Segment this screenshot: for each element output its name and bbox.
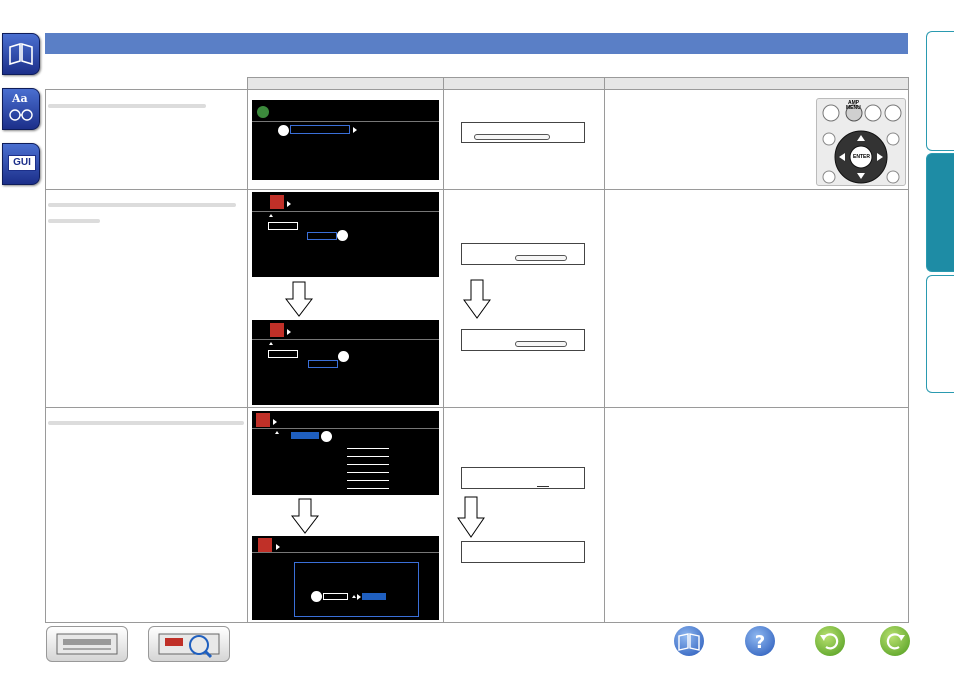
table-divider [604, 77, 605, 623]
arrow-right-icon [273, 419, 277, 425]
cursor-marker [337, 230, 348, 241]
down-arrow-icon [291, 498, 319, 534]
remote-control-image: AMP MENU ENTER [816, 98, 906, 186]
row-divider [45, 189, 909, 190]
display-segment [537, 486, 549, 487]
front-display-3b [461, 541, 585, 563]
row2-label-continued [48, 219, 100, 223]
manual-book-icon[interactable] [674, 626, 704, 656]
remote-enter-label: ENTER [853, 154, 870, 160]
down-arrow-icon [463, 279, 491, 319]
down-arrow-icon [285, 281, 313, 317]
arrow-right-icon [287, 201, 291, 207]
gui-label: GUI [8, 155, 36, 171]
input-box [323, 593, 348, 600]
selected-item [290, 125, 350, 134]
svg-text:?: ? [755, 632, 765, 653]
menu-icon [270, 323, 284, 337]
selected-item [308, 360, 338, 368]
down-arrow-icon [457, 496, 485, 538]
menu-icon [270, 195, 284, 209]
up-marker [275, 431, 279, 434]
gui-screen-3a [252, 411, 439, 495]
selected-item [307, 232, 337, 240]
front-display-3a [461, 467, 585, 489]
setup-icon [257, 106, 269, 118]
tab-active[interactable] [926, 153, 954, 272]
receiver-rear-button[interactable] [148, 626, 230, 662]
row2-label [48, 203, 236, 207]
arrow-right-icon [287, 329, 291, 335]
arrow-right-icon [357, 594, 361, 600]
manual-book-icon[interactable] [2, 33, 40, 75]
arrow-right-icon [276, 544, 280, 550]
gui-screen-2a [252, 192, 439, 277]
input-box [268, 350, 298, 358]
back-icon[interactable] [815, 626, 845, 656]
front-display-2b [461, 329, 585, 351]
selected-item [362, 593, 386, 600]
remote-menu-label: MENU [846, 105, 861, 111]
table-divider [247, 77, 248, 623]
display-segment [474, 134, 550, 140]
list-line [347, 448, 389, 449]
section-title-bar [45, 33, 908, 54]
up-marker [269, 214, 273, 217]
list-line [347, 480, 389, 481]
cursor-marker [278, 125, 289, 136]
cursor-marker [321, 431, 332, 442]
forward-icon[interactable] [880, 626, 910, 656]
cursor-marker [338, 351, 349, 362]
input-box [268, 222, 298, 230]
selected-item [291, 432, 319, 439]
gui-screen-2b [252, 320, 439, 405]
dialog-frame [294, 562, 419, 617]
gui-screen-3b [252, 536, 439, 620]
list-line [347, 472, 389, 473]
receiver-front-button[interactable] [46, 626, 128, 662]
tab-bottom[interactable] [926, 275, 954, 393]
display-segment [515, 341, 567, 347]
menu-icon [258, 538, 272, 552]
cursor-marker [311, 591, 322, 602]
menu-icon [256, 413, 270, 427]
row3-label [48, 421, 244, 425]
display-segment [515, 255, 567, 261]
list-line [347, 464, 389, 465]
table-border [45, 89, 909, 90]
table-border [45, 89, 46, 623]
list-line [347, 456, 389, 457]
help-icon[interactable]: ? [745, 626, 775, 656]
gui-icon[interactable]: GUI [2, 143, 40, 185]
front-display-1 [461, 122, 585, 143]
tab-top[interactable] [926, 31, 954, 151]
front-display-2a [461, 243, 585, 265]
table-border [908, 77, 909, 623]
row1-label [48, 104, 206, 108]
table-divider [443, 77, 444, 623]
table-border [45, 622, 909, 623]
arrow-right-icon [353, 127, 357, 133]
glossary-icon[interactable]: Aa [2, 88, 40, 130]
gui-screen-1 [252, 100, 439, 180]
up-marker [269, 342, 273, 345]
row-divider [45, 407, 909, 408]
dot-marker [352, 595, 356, 598]
list-line [347, 488, 389, 489]
